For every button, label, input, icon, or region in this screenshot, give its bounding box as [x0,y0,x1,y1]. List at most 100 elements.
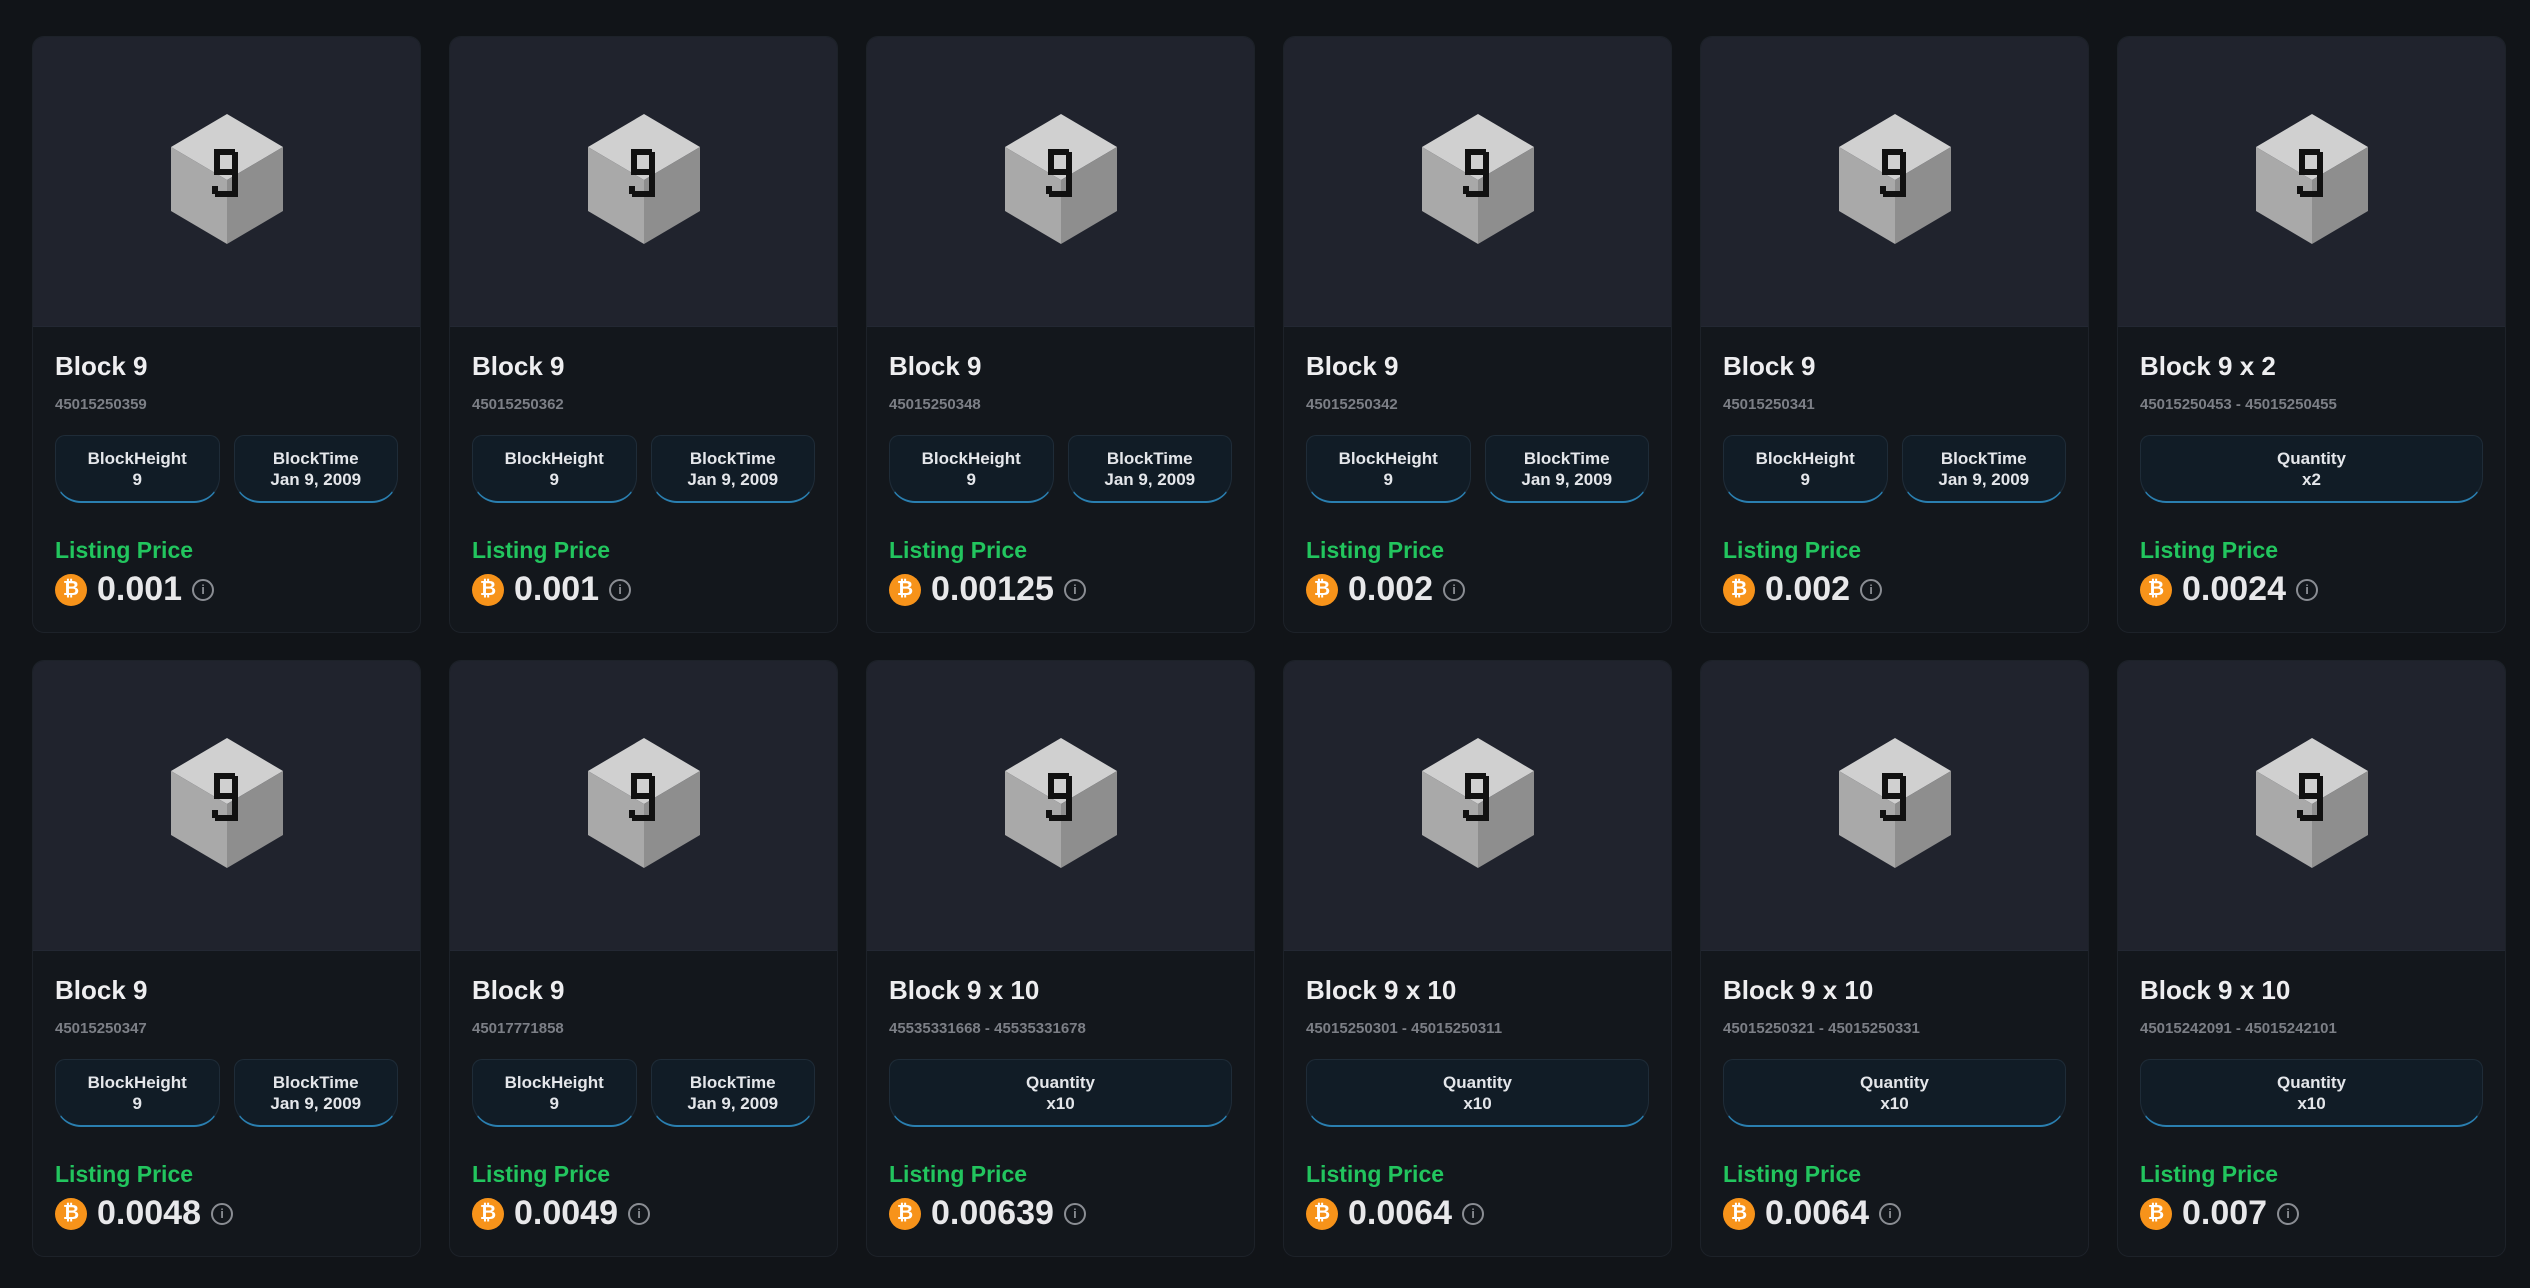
price-value: 0.0049 [514,1194,618,1232]
info-icon[interactable]: i [2296,578,2318,601]
price-value: 0.001 [97,570,183,608]
block-height-label: BlockHeight [921,448,1021,468]
block-height-label: BlockHeight [1338,448,1438,468]
info-icon[interactable]: i [1879,1202,1901,1225]
price-value: 0.002 [1348,570,1434,608]
inscription-id: 45535331668 - 45535331678 [889,1020,1086,1037]
info-icon[interactable]: i [2277,1202,2300,1225]
price-value: 0.001 [514,570,600,608]
listing-price-label: Listing Price [472,537,611,563]
card-title: Block 9 [889,351,982,381]
info-icon[interactable]: i [628,1202,650,1225]
block-time-label: BlockTime [1523,448,1610,468]
inscription-id: 45015250347 [55,1020,147,1037]
bitcoin-icon: ₿ [1306,1197,1338,1230]
price-value: 0.007 [2182,1194,2268,1232]
info-icon[interactable]: i [1443,578,1466,601]
price-value: 0.002 [1765,570,1851,608]
listing-card[interactable]: Block 9 45015250341 BlockHeight 9 BlockTi… [1700,36,2089,633]
listing-card[interactable]: Block 9 45015250348 BlockHeight 9 BlockTi… [866,36,1255,633]
card-thumbnail [1284,37,1671,327]
quantity-value: x10 [1463,1093,1492,1113]
listing-price-label: Listing Price [1306,1161,1445,1187]
quantity-pill: Quantity x2 [2140,435,2483,503]
info-icon[interactable]: i [609,578,632,601]
listing-price-label: Listing Price [55,537,194,563]
listing-card[interactable]: Block 9 45015250347 BlockHeight 9 BlockTi… [32,660,421,1257]
quantity-value: x10 [1880,1093,1909,1113]
bitcoin-icon: ₿ [55,1197,87,1230]
bitcoin-icon: ₿ [1723,1197,1755,1230]
block-cube-icon [1838,114,1951,249]
listing-price-label: Listing Price [472,1161,611,1187]
listing-card[interactable]: Block 9 x 2 45015250453 - 45015250455 Qu… [2117,36,2506,633]
card-thumbnail [867,37,1254,327]
info-icon[interactable]: i [1860,578,1883,601]
card-title: Block 9 x 10 [1723,975,1874,1005]
listing-card[interactable]: Block 9 45015250359 BlockHeight 9 BlockTi… [32,36,421,633]
block-time-pill: BlockTime Jan 9, 2009 [1067,435,1232,503]
bitcoin-icon: ₿ [2140,573,2172,606]
block-height-value: 9 [132,469,142,489]
bitcoin-icon: ₿ [472,1197,504,1230]
card-thumbnail [450,37,837,327]
block-cube-icon [1004,114,1117,249]
quantity-pill: Quantity x10 [1723,1059,2066,1127]
block-cube-icon [170,738,283,873]
listing-card[interactable]: Block 9 x 10 45015250321 - 45015250331 Q… [1700,660,2089,1257]
block-cube-icon [2255,114,2368,249]
info-icon[interactable]: i [192,578,215,601]
info-icon[interactable]: i [1462,1202,1484,1225]
listing-card[interactable]: Block 9 45015250362 BlockHeight 9 BlockTi… [449,36,838,633]
card-thumbnail [867,661,1254,951]
card-title: Block 9 [1723,351,1816,381]
quantity-label: Quantity [1860,1072,1929,1092]
price-value: 0.0064 [1348,1194,1452,1232]
price-value: 0.00125 [931,570,1054,608]
inscription-id: 45015250348 [889,396,981,413]
bitcoin-icon: ₿ [1306,573,1338,606]
listing-card[interactable]: Block 9 45015250342 BlockHeight 9 BlockTi… [1283,36,1672,633]
block-time-value: Jan 9, 2009 [687,469,779,489]
inscription-id: 45015250362 [472,396,564,413]
block-cube-icon [170,114,283,249]
block-time-label: BlockTime [689,1072,776,1092]
inscription-id: 45015250321 - 45015250331 [1723,1020,1920,1037]
info-icon[interactable]: i [211,1202,233,1225]
block-height-pill: BlockHeight 9 [55,435,220,503]
block-cube-icon [1421,114,1534,249]
listing-price-label: Listing Price [889,1161,1028,1187]
block-time-label: BlockTime [689,448,776,468]
quantity-label: Quantity [2277,1072,2346,1092]
quantity-label: Quantity [1026,1072,1095,1092]
block-cube-icon [587,114,700,249]
listing-price-label: Listing Price [1723,1161,1862,1187]
bitcoin-icon: ₿ [55,573,87,606]
info-icon[interactable]: i [1063,578,1086,601]
inscription-id: 45015250453 - 45015250455 [2140,396,2337,413]
card-thumbnail [1701,661,2088,951]
quantity-label: Quantity [1443,1072,1512,1092]
block-time-pill: BlockTime Jan 9, 2009 [233,435,398,503]
block-height-value: 9 [549,469,559,489]
card-thumbnail [1701,37,2088,327]
listing-card[interactable]: Block 9 x 10 45535331668 - 45535331678 Q… [866,660,1255,1257]
block-height-value: 9 [549,1093,559,1113]
block-height-value: 9 [1383,469,1393,489]
inscription-id: 45015250301 - 45015250311 [1306,1020,1503,1037]
block-time-value: Jan 9, 2009 [687,1093,779,1113]
info-icon[interactable]: i [1063,1202,1086,1225]
listing-price-label: Listing Price [55,1161,194,1187]
block-height-label: BlockHeight [504,448,604,468]
listing-card[interactable]: Block 9 x 10 45015242091 - 45015242101 Q… [2117,660,2506,1257]
quantity-label: Quantity [2277,448,2346,468]
quantity-pill: Quantity x10 [2140,1059,2483,1127]
listing-card[interactable]: Block 9 x 10 45015250301 - 45015250311 Q… [1283,660,1672,1257]
inscription-id: 45015250342 [1306,396,1398,413]
block-time-label: BlockTime [272,1072,359,1092]
card-thumbnail [33,661,420,951]
block-time-label: BlockTime [272,448,359,468]
listing-card[interactable]: Block 9 45017771858 BlockHeight 9 BlockTi… [449,660,838,1257]
block-time-value: Jan 9, 2009 [1521,469,1613,489]
price-value: 0.0064 [1765,1194,1869,1232]
